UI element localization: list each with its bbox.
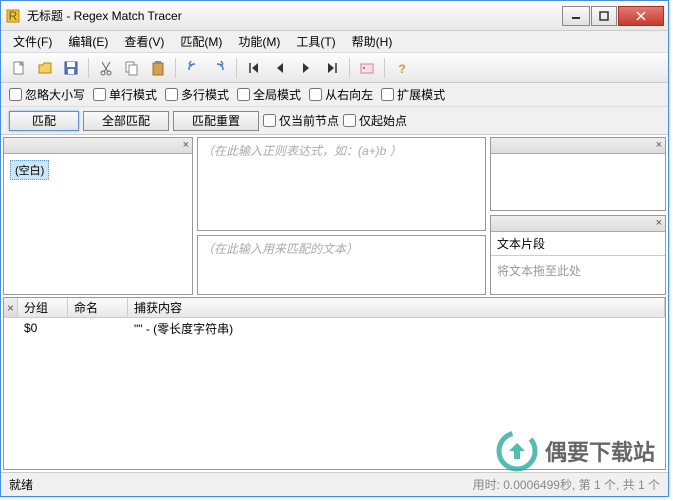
opt-extended[interactable]: 扩展模式 (381, 86, 445, 103)
middle-column: （在此输入正则表达式，如：(a+)b ） （在此输入用来匹配的文本） (197, 137, 486, 295)
separator (175, 58, 176, 78)
table-body[interactable]: $0 "" - (零长度字符串) (4, 318, 665, 469)
maximize-button[interactable] (591, 6, 617, 26)
cut-icon[interactable] (94, 56, 118, 80)
regex-input[interactable]: （在此输入正则表达式，如：(a+)b ） (197, 137, 486, 231)
opt-only-start[interactable]: 仅起始点 (343, 112, 407, 129)
match-button[interactable]: 匹配 (9, 111, 79, 131)
menu-help[interactable]: 帮助(H) (344, 31, 401, 52)
snippet-hint[interactable]: 将文本拖至此处 (491, 256, 665, 294)
col-group[interactable]: 分组 (18, 298, 68, 317)
close-button[interactable] (618, 6, 664, 26)
app-window: R 无标题 - Regex Match Tracer 文件(F) 编辑(E) 查… (0, 0, 669, 497)
match-all-button[interactable]: 全部匹配 (83, 111, 169, 131)
menubar: 文件(F) 编辑(E) 查看(V) 匹配(M) 功能(M) 工具(T) 帮助(H… (1, 31, 668, 53)
close-icon[interactable]: × (656, 138, 662, 153)
tree-body[interactable]: (空白) (4, 154, 192, 294)
window-controls (562, 6, 664, 26)
col-name[interactable]: 命名 (68, 298, 128, 317)
copy-icon[interactable] (120, 56, 144, 80)
menu-function[interactable]: 功能(M) (230, 31, 288, 52)
run-icon[interactable] (355, 56, 379, 80)
tree-pane-header: × (4, 138, 192, 154)
opt-rtl[interactable]: 从右向左 (309, 86, 373, 103)
snippet-title: 文本片段 (491, 232, 665, 256)
svg-text:?: ? (398, 62, 405, 76)
separator (384, 58, 385, 78)
menu-edit[interactable]: 编辑(E) (60, 31, 116, 52)
main-area: × (空白) （在此输入正则表达式，如：(a+)b ） （在此输入用来匹配的文本… (1, 135, 668, 472)
opt-multiline[interactable]: 多行模式 (165, 86, 229, 103)
upper-panes: × (空白) （在此输入正则表达式，如：(a+)b ） （在此输入用来匹配的文本… (3, 137, 666, 295)
results-pane: × 分组 命名 捕获内容 $0 "" - (零长度字符串) (3, 297, 666, 470)
close-icon[interactable]: × (4, 298, 18, 317)
statusbar: 就绪 用时: 0.0006499秒, 第 1 个, 共 1 个 (1, 472, 668, 496)
options-bar: 忽略大小写 单行模式 多行模式 全局模式 从右向左 扩展模式 (1, 83, 668, 107)
first-icon[interactable] (242, 56, 266, 80)
status-ready: 就绪 (9, 476, 473, 493)
opt-global[interactable]: 全局模式 (237, 86, 301, 103)
right-empty-pane: × (490, 137, 666, 211)
last-icon[interactable] (320, 56, 344, 80)
menu-view[interactable]: 查看(V) (116, 31, 172, 52)
cell-content: "" - (零长度字符串) (128, 318, 665, 339)
separator (88, 58, 89, 78)
tree-root-node[interactable]: (空白) (10, 160, 49, 180)
menu-match[interactable]: 匹配(M) (172, 31, 230, 52)
paste-icon[interactable] (146, 56, 170, 80)
toolbar: ? (1, 53, 668, 83)
next-icon[interactable] (294, 56, 318, 80)
cell-group: $0 (18, 319, 68, 337)
app-icon: R (5, 8, 21, 24)
snippet-pane: × 文本片段 将文本拖至此处 (490, 215, 666, 295)
table-row[interactable]: $0 "" - (零长度字符串) (4, 318, 665, 338)
col-content[interactable]: 捕获内容 (128, 298, 665, 317)
table-header: × 分组 命名 捕获内容 (4, 298, 665, 318)
separator (236, 58, 237, 78)
titlebar[interactable]: R 无标题 - Regex Match Tracer (1, 1, 668, 31)
menu-tools[interactable]: 工具(T) (288, 31, 343, 52)
window-title: 无标题 - Regex Match Tracer (27, 7, 562, 24)
status-timing: 用时: 0.0006499秒, 第 1 个, 共 1 个 (473, 476, 660, 493)
opt-singleline[interactable]: 单行模式 (93, 86, 157, 103)
open-file-icon[interactable] (33, 56, 57, 80)
redo-icon[interactable] (207, 56, 231, 80)
minimize-button[interactable] (562, 6, 590, 26)
action-bar: 匹配 全部匹配 匹配重置 仅当前节点 仅起始点 (1, 107, 668, 135)
opt-only-current[interactable]: 仅当前节点 (263, 112, 339, 129)
match-reset-button[interactable]: 匹配重置 (173, 111, 259, 131)
svg-text:R: R (9, 9, 18, 23)
prev-icon[interactable] (268, 56, 292, 80)
close-icon[interactable]: × (183, 138, 189, 153)
close-icon[interactable]: × (656, 216, 662, 231)
text-input[interactable]: （在此输入用来匹配的文本） (197, 235, 486, 295)
undo-icon[interactable] (181, 56, 205, 80)
cell-name (68, 326, 128, 330)
help-icon[interactable]: ? (390, 56, 414, 80)
new-file-icon[interactable] (7, 56, 31, 80)
tree-pane: × (空白) (3, 137, 193, 295)
opt-ignorecase[interactable]: 忽略大小写 (9, 86, 85, 103)
separator (349, 58, 350, 78)
menu-file[interactable]: 文件(F) (5, 31, 60, 52)
save-icon[interactable] (59, 56, 83, 80)
right-column: × × 文本片段 将文本拖至此处 (490, 137, 666, 295)
